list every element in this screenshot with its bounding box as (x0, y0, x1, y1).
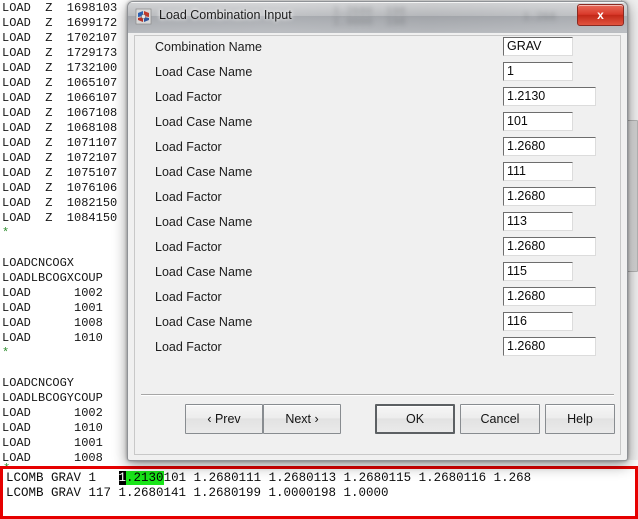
field-input-load-case-name-3[interactable]: 101 (503, 112, 573, 131)
field-input-load-factor-12[interactable]: 1.2680 (503, 337, 596, 356)
form-row: Load Case Name 113 (135, 211, 620, 236)
field-label: Load Case Name (155, 165, 253, 179)
field-input-load-factor-10[interactable]: 1.2680 (503, 287, 596, 306)
editor-source-text: LOAD Z 1698103 LOAD Z 1699172 LOAD Z 17021… (2, 1, 117, 496)
field-input-load-case-name-9[interactable]: 115 (503, 262, 573, 281)
editor-line: LOAD 1010 (2, 331, 103, 345)
output-line1-prefix: LCOMB GRAV 1 (6, 471, 119, 485)
field-input-load-factor-6[interactable]: 1.2680 (503, 187, 596, 206)
form-row: Load Case Name 111 (135, 161, 620, 186)
form-separator (141, 394, 614, 395)
editor-line: LOAD Z 1076106 (2, 181, 118, 195)
close-icon[interactable]: x (577, 4, 624, 26)
glass-ghost-text-2: 1.0000 198 (333, 17, 406, 29)
editor-line: LOAD 1002 (2, 286, 103, 300)
editor-line: LOAD 1001 (2, 301, 103, 315)
editor-line: LOAD Z 1702107 (2, 31, 118, 45)
field-input-combination-name-0[interactable]: GRAV (503, 37, 573, 56)
dialog-title-bar[interactable]: 1.2680 198 1.0000 198 1.268 Load Combina… (128, 2, 627, 33)
editor-line: LOAD Z 1065107 (2, 76, 118, 90)
form-row: Load Factor 1.2680 (135, 336, 620, 361)
editor-line: LOAD Z 1072107 (2, 151, 118, 165)
field-input-load-case-name-1[interactable]: 1 (503, 62, 573, 81)
editor-line: LOAD 1010 (2, 421, 103, 435)
field-label: Load Factor (155, 290, 222, 304)
editor-line: LOAD Z 1066107 (2, 91, 118, 105)
editor-line: LOAD Z 1067108 (2, 106, 118, 120)
dialog-title: Load Combination Input (159, 8, 292, 22)
field-label: Load Factor (155, 240, 222, 254)
field-input-load-factor-4[interactable]: 1.2680 (503, 137, 596, 156)
editor-line: LOAD Z 1071107 (2, 136, 118, 150)
form-row: Load Factor 1.2680 (135, 286, 620, 311)
editor-line: LOAD 1001 (2, 436, 103, 450)
dialog-client-area: Combination Name GRAV Load Case Name 1 Load … (134, 35, 621, 455)
field-label: Load Factor (155, 140, 222, 154)
editor-line: LOAD 1008 (2, 451, 103, 465)
editor-line: LOAD Z 1084150 (2, 211, 118, 225)
cancel-button[interactable]: Cancel (460, 404, 540, 434)
form-row: Load Factor 1.2680 (135, 136, 620, 161)
editor-line: LOADCNCOGX (2, 256, 75, 270)
editor-line: LOADLBCOGXCOUP (2, 271, 103, 285)
glass-ghost-text-3: 1.268 (523, 12, 557, 24)
field-label: Load Case Name (155, 265, 253, 279)
form-row: Load Factor 1.2680 (135, 236, 620, 261)
field-label: Load Case Name (155, 215, 253, 229)
editor-line: LOAD 1008 (2, 316, 103, 330)
field-input-load-case-name-11[interactable]: 116 (503, 312, 573, 331)
help-button[interactable]: Help (545, 404, 615, 434)
form-row: Load Case Name 1 (135, 61, 620, 86)
field-label: Load Factor (155, 340, 222, 354)
field-input-load-case-name-7[interactable]: 113 (503, 212, 573, 231)
output-line1-suffix: 101 1.2680111 1.2680113 1.2680115 1.2680… (163, 471, 532, 485)
field-label: Load Case Name (155, 315, 253, 329)
editor-line: LOAD Z 1732100 (2, 61, 118, 75)
form-row: Load Factor 1.2680 (135, 186, 620, 211)
glass-ghost-text-1: 1.2680 198 (333, 6, 406, 18)
editor-line: * (2, 346, 10, 360)
field-label: Load Case Name (155, 115, 253, 129)
ok-button[interactable]: OK (375, 404, 455, 434)
editor-line: LOAD Z 1082150 (2, 196, 118, 210)
app-icon (135, 8, 152, 25)
text-cursor-block: 1 (118, 471, 127, 485)
field-label: Load Factor (155, 190, 222, 204)
green-highlight-text: .2130 (126, 471, 164, 485)
form-row: Combination Name GRAV (135, 36, 620, 61)
editor-line: LOAD Z 1729173 (2, 46, 118, 60)
field-input-load-factor-2[interactable]: 1.2130 (503, 87, 596, 106)
editor-line: LOAD Z 1699172 (2, 16, 118, 30)
prev-button[interactable]: ‹ Prev (185, 404, 263, 434)
form-row: Load Case Name 116 (135, 311, 620, 336)
load-combination-form: Combination Name GRAV Load Case Name 1 Load … (135, 36, 620, 361)
form-row: Load Case Name 101 (135, 111, 620, 136)
dialog-button-row: ‹ Prev Next › OK Cancel Help (135, 404, 620, 444)
field-label: Load Case Name (155, 65, 253, 79)
editor-line: LOAD Z 1068108 (2, 121, 118, 135)
next-button[interactable]: Next › (263, 404, 341, 434)
output-lines: LCOMB GRAV 1 1.2130101 1.2680111 1.26801… (6, 471, 531, 501)
editor-line: * (2, 226, 10, 240)
field-label: Load Factor (155, 90, 222, 104)
output-line2: LCOMB GRAV 117 1.2680141 1.2680199 1.000… (6, 486, 389, 500)
load-combination-input-dialog[interactable]: 1.2680 198 1.0000 198 1.268 Load Combina… (127, 1, 628, 461)
form-row: Load Case Name 115 (135, 261, 620, 286)
editor-line: LOADLBCOGYCOUP (2, 391, 103, 405)
form-row: Load Factor 1.2130 (135, 86, 620, 111)
editor-line: LOAD 1002 (2, 406, 103, 420)
editor-line: LOADCNCOGY (2, 376, 75, 390)
field-input-load-case-name-5[interactable]: 111 (503, 162, 573, 181)
editor-line: LOAD Z 1075107 (2, 166, 118, 180)
editor-line: LOAD Z 1698103 (2, 1, 118, 15)
field-label: Combination Name (155, 40, 262, 54)
field-input-load-factor-8[interactable]: 1.2680 (503, 237, 596, 256)
highlighted-output-pane[interactable]: LCOMB GRAV 1 1.2130101 1.2680111 1.26801… (0, 466, 638, 519)
